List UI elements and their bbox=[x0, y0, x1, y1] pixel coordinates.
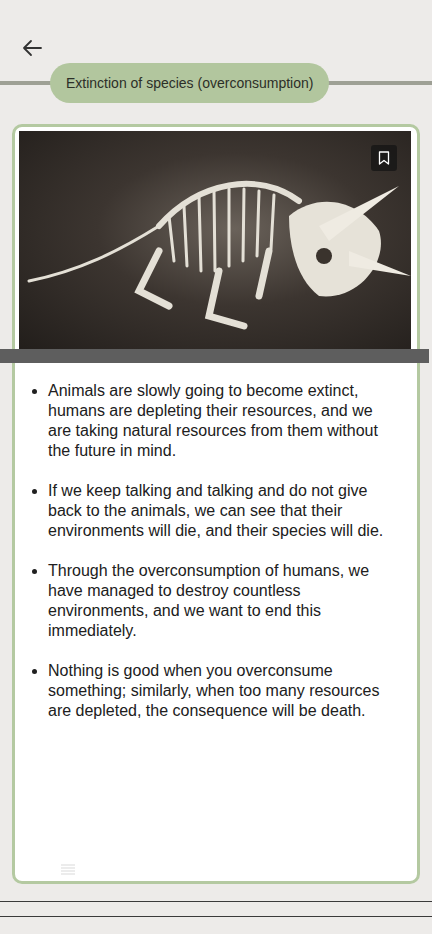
divider-band bbox=[0, 349, 429, 363]
fossil-photo bbox=[19, 131, 411, 349]
back-arrow-icon[interactable] bbox=[20, 36, 44, 60]
bottom-rule bbox=[0, 916, 432, 917]
skeleton-figure bbox=[19, 131, 411, 349]
bottom-rule bbox=[0, 901, 432, 902]
article-card: Animals are slowly going to become extin… bbox=[12, 124, 420, 884]
lines-icon bbox=[60, 863, 76, 877]
bookmark-icon[interactable] bbox=[378, 151, 390, 165]
bullet-item: Through the overconsumption of humans, w… bbox=[48, 561, 411, 641]
panel-footer bbox=[19, 863, 411, 877]
top-bar bbox=[0, 0, 432, 62]
bookmark-button[interactable] bbox=[371, 145, 397, 171]
bullet-item: If we keep talking and talking and do no… bbox=[48, 481, 411, 541]
bullet-item: Animals are slowly going to become extin… bbox=[48, 381, 411, 461]
bullet-item: Nothing is good when you overconsume som… bbox=[48, 661, 411, 721]
title-row: Extinction of species (overconsumption) bbox=[0, 63, 432, 103]
title-pill: Extinction of species (overconsumption) bbox=[50, 63, 329, 103]
bullet-list: Animals are slowly going to become extin… bbox=[19, 381, 411, 741]
